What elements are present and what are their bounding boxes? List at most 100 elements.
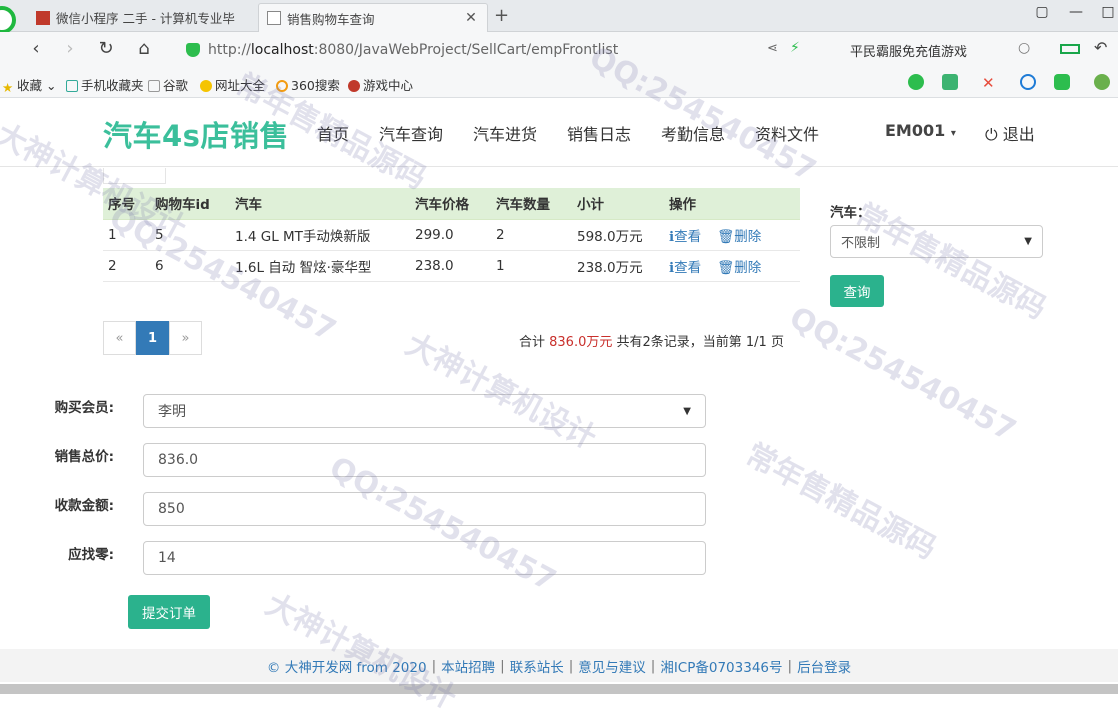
skin-icon[interactable]: ▢ (1032, 4, 1052, 20)
cell-quantity: 2 (491, 219, 572, 251)
delete-link[interactable]: 🗑删除 (717, 260, 761, 276)
bookmark-mobile[interactable]: 手机收藏夹 (66, 75, 144, 94)
prev-page-button[interactable]: « (103, 321, 136, 355)
logout-label: 退出 (1002, 125, 1035, 144)
nav-documents[interactable]: 资料文件 (755, 121, 819, 145)
nav-attendance[interactable]: 考勤信息 (661, 121, 725, 145)
nav-home[interactable]: 首页 (317, 121, 349, 145)
tab-favicon-icon (36, 10, 50, 25)
footer-icp[interactable]: 湘ICP备0703346号 (660, 656, 782, 676)
nav-sales-log[interactable]: 销售日志 (567, 121, 631, 145)
view-link[interactable]: ℹ查看 (669, 260, 701, 276)
home-icon[interactable]: ⌂ (132, 38, 156, 59)
submit-order-button[interactable]: 提交订单 (128, 595, 210, 629)
total-price-field[interactable]: 836.0 (143, 443, 706, 477)
undo-icon[interactable]: ↶ (1094, 38, 1107, 57)
new-tab-icon[interactable]: + (494, 5, 509, 26)
close-tab-icon[interactable]: ✕ (463, 10, 479, 26)
share-icon[interactable]: ⋖ (767, 41, 778, 56)
browser-logo-icon[interactable] (0, 6, 16, 34)
site-icon (200, 80, 212, 92)
search-icon[interactable]: ○ (1018, 40, 1030, 56)
battery-icon (1060, 44, 1080, 54)
trash-icon: 🗑 (717, 228, 735, 245)
footer-admin-login[interactable]: 后台登录 (797, 656, 851, 676)
url-path: :8080/JavaWebProject/SellCart/empFrontli… (313, 42, 619, 58)
reload-icon[interactable]: ↻ (94, 38, 118, 59)
page-button[interactable]: 1 (136, 321, 169, 355)
nav-car-purchase[interactable]: 汽车进货 (473, 121, 537, 145)
site-brand[interactable]: 汽车4s店销售 (103, 113, 289, 155)
member-select[interactable]: 李明 ▼ (143, 394, 706, 428)
browser-tab-active[interactable]: 销售购物车查询 ✕ (258, 3, 488, 32)
member-value: 李明 (158, 404, 186, 420)
cell-car: 1.6L 自动 智炫·豪华型 (230, 250, 410, 282)
col-header: 汽车价格 (410, 188, 491, 220)
nav-car-query[interactable]: 汽车查询 (379, 121, 443, 145)
caret-down-icon: ▼ (683, 405, 691, 417)
bookmark-favorites[interactable]: ★ 收藏 ⌄ (2, 75, 56, 95)
cell-price: 238.0 (410, 250, 491, 282)
url-field[interactable]: http://localhost:8080/JavaWebProject/Sel… (186, 37, 830, 63)
browser-tab[interactable]: 微信小程序 二手 - 计算机专业毕 (28, 3, 256, 32)
bookmark-games[interactable]: 游戏中心 (348, 75, 413, 94)
minimize-icon[interactable]: — (1066, 4, 1086, 20)
scrollbar-thumb[interactable] (0, 684, 1118, 694)
cell-cart-id: 6 (150, 250, 230, 282)
user-name: EM001 (885, 121, 946, 140)
watermark: 常年售精品源码 (739, 437, 942, 567)
maximize-icon[interactable]: □ (1098, 4, 1118, 20)
col-header: 购物车id (150, 188, 230, 220)
leaf-icon[interactable] (1094, 74, 1110, 90)
table-row: 2 6 1.6L 自动 智炫·豪华型 238.0 1 238.0万元 ℹ查看 🗑删… (103, 250, 800, 282)
footer-contact[interactable]: 联系站长 (510, 656, 564, 676)
forward-icon[interactable]: › (58, 38, 82, 59)
view-link[interactable]: ℹ查看 (669, 229, 701, 245)
bookmark-google[interactable]: 谷歌 (148, 75, 188, 94)
page-icon (148, 80, 160, 92)
footer-copyright[interactable]: © 大神开发网 from 2020 (267, 656, 427, 676)
horizontal-scrollbar[interactable] (0, 682, 1118, 702)
col-header: 操作 (664, 188, 800, 220)
car-filter-value: 不限制 (841, 236, 881, 251)
car-filter-select[interactable]: 不限制 ▼ (830, 225, 1043, 258)
magnifier-icon[interactable] (1020, 74, 1036, 90)
bookmarks-bar: ★ 收藏 ⌄ 手机收藏夹 谷歌 网址大全 360搜索 游戏中心 ✕ (0, 68, 1118, 98)
game-icon (348, 80, 360, 92)
lightning-icon[interactable]: ⚡ (790, 40, 800, 56)
url-prefix: http:// (208, 42, 251, 58)
bookmark-sites[interactable]: 网址大全 (200, 75, 265, 94)
tab-title: 微信小程序 二手 - 计算机专业毕 (56, 11, 235, 26)
paid-amount-field[interactable]: 850 (143, 492, 706, 526)
user-menu[interactable]: EM001 ▾ (885, 121, 956, 140)
secure-shield-icon (186, 43, 200, 57)
gamepad-icon[interactable] (1054, 74, 1070, 90)
bookmark-360search[interactable]: 360搜索 (276, 75, 340, 94)
cell-index: 2 (103, 250, 150, 282)
cell-subtotal: 598.0万元 (572, 219, 664, 251)
footer-jobs[interactable]: 本站招聘 (441, 656, 495, 676)
table-header-row: 序号 购物车id 汽车 汽车价格 汽车数量 小计 操作 (103, 188, 800, 220)
extension-icon[interactable] (908, 74, 924, 90)
cart-table: 序号 购物车id 汽车 汽车价格 汽车数量 小计 操作 1 5 1.4 GL M… (103, 188, 800, 282)
tab-title: 销售购物车查询 (287, 11, 375, 27)
cell-actions: ℹ查看 🗑删除 (664, 250, 800, 282)
query-button[interactable]: 查询 (830, 275, 884, 307)
change-field[interactable]: 14 (143, 541, 706, 575)
member-label: 购买会员: (54, 400, 114, 416)
power-icon: ⏻ (985, 125, 998, 144)
back-icon[interactable]: ‹ (24, 38, 48, 59)
site-footer: © 大神开发网 from 2020 | 本站招聘 | 联系站长 | 意见与建议 | 湘I… (0, 649, 1118, 682)
logout-button[interactable]: ⏻ 退出 (985, 121, 1035, 145)
delete-link[interactable]: 🗑删除 (717, 229, 761, 245)
search-suggestion[interactable]: 平民霸服免充值游戏 (850, 41, 967, 60)
cell-quantity: 1 (491, 250, 572, 282)
translate-icon[interactable] (942, 74, 958, 90)
next-page-button[interactable]: » (169, 321, 202, 355)
cell-price: 299.0 (410, 219, 491, 251)
footer-feedback[interactable]: 意见与建议 (578, 656, 646, 676)
car-filter-label: 汽车： (830, 205, 871, 221)
address-bar: ‹ › ↻ ⌂ http://localhost:8080/JavaWebPro… (0, 32, 1118, 68)
trash-icon: 🗑 (717, 259, 735, 276)
scissors-icon[interactable]: ✕ (982, 74, 998, 92)
